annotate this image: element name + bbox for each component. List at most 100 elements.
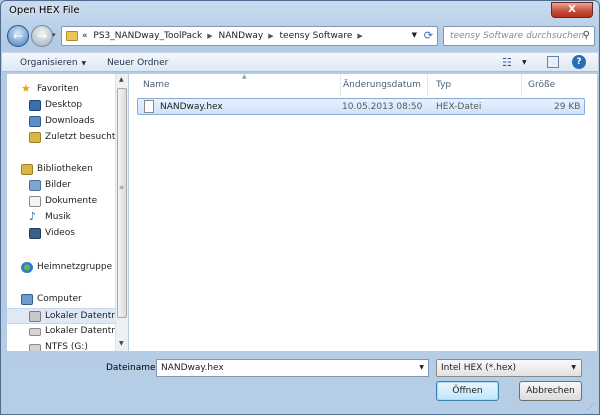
column-type[interactable]: Typ: [428, 74, 522, 96]
nav-favorites[interactable]: ★ Favoriten: [7, 82, 115, 98]
nav-downloads[interactable]: Downloads: [7, 114, 115, 130]
breadcrumb-item[interactable]: PS3_NANDway_ToolPack: [93, 31, 202, 41]
nav-homegroup[interactable]: Heimnetzgruppe: [7, 260, 115, 276]
address-bar[interactable]: « PS3_NANDway_ToolPack ▶ NANDway ▶ teensy …: [61, 26, 438, 46]
open-file-dialog: Open HEX File X ← → ▾ « PS3_NANDway_Tool…: [0, 0, 600, 415]
nav-label: Downloads: [45, 116, 95, 126]
navigation-pane: ★ Favoriten Desktop Downloads Zuletzt be…: [7, 74, 128, 351]
nav-label: Dokumente: [45, 196, 98, 206]
computer-icon: [21, 294, 33, 305]
breadcrumb: « PS3_NANDway_ToolPack ▶ NANDway ▶ teensy …: [82, 31, 366, 41]
desktop-icon: [29, 100, 41, 111]
file-list: Name ▲ Änderungsdatum Typ Größe NANDway.…: [129, 73, 597, 351]
nav-label: Favoriten: [37, 84, 79, 94]
system-drive-icon: [29, 311, 41, 322]
filetype-select[interactable]: Intel HEX (*.hex) ▼: [436, 359, 582, 377]
cancel-button[interactable]: Abbrechen: [519, 381, 582, 401]
drive-icon: [29, 344, 41, 351]
column-label: Typ: [436, 80, 452, 90]
nav-local-disk-c[interactable]: Lokaler Datenträg: [7, 308, 115, 324]
scrollbar-thumb[interactable]: [117, 88, 127, 318]
chevron-down-icon: ▼: [571, 364, 576, 371]
nav-label: Bilder: [45, 180, 72, 190]
preview-pane-icon[interactable]: [547, 56, 559, 68]
close-button[interactable]: X: [551, 2, 593, 18]
scroll-down-icon[interactable]: ▼: [119, 340, 124, 347]
file-size: 29 KB: [554, 102, 581, 112]
nav-libraries[interactable]: Bibliotheken: [7, 162, 115, 178]
star-icon: ★: [21, 82, 31, 95]
column-name[interactable]: Name ▲: [135, 73, 341, 96]
filename-input[interactable]: NANDway.hex ▼: [156, 359, 429, 377]
nav-label: NTFS (G:): [45, 342, 88, 351]
column-label: Änderungsdatum: [343, 80, 421, 90]
sort-up-icon: ▲: [242, 73, 247, 80]
folder-icon: [66, 31, 78, 41]
nav-label: Lokaler Datenträg: [45, 326, 115, 336]
refresh-icon[interactable]: ⟳: [424, 29, 433, 42]
history-dropdown-icon[interactable]: ▾: [52, 31, 56, 39]
nav-computer[interactable]: Computer: [7, 292, 115, 308]
nav-documents[interactable]: Dokumente: [7, 194, 115, 210]
breadcrumb-item[interactable]: teensy Software: [280, 31, 353, 41]
filename-label: Dateiname:: [106, 363, 159, 373]
resize-grip-icon[interactable]: ⋰: [587, 402, 595, 411]
libraries-icon: [21, 164, 33, 175]
scroll-up-icon[interactable]: ▲: [119, 76, 124, 83]
filetype-value: Intel HEX (*.hex): [441, 363, 517, 373]
column-size[interactable]: Größe: [520, 74, 590, 96]
videos-icon: [29, 228, 41, 239]
view-options-icon[interactable]: ☷: [502, 56, 512, 69]
column-date[interactable]: Änderungsdatum: [335, 74, 428, 96]
nav-pictures[interactable]: Bilder: [7, 178, 115, 194]
nav-label: Zuletzt besucht: [45, 132, 115, 142]
chevron-down-icon[interactable]: ▼: [522, 59, 527, 66]
search-icon[interactable]: ⚲: [583, 30, 590, 41]
nav-label: Musik: [45, 212, 71, 222]
music-icon: ♪: [29, 210, 37, 223]
navigation-scrollbar[interactable]: ▲ ≡ ▼: [115, 74, 128, 351]
nav-recent[interactable]: Zuletzt besucht: [7, 130, 115, 146]
nav-ntfs-g[interactable]: NTFS (G:): [7, 340, 115, 351]
address-dropdown-icon[interactable]: ▼: [412, 31, 417, 39]
chevron-down-icon: ▼: [81, 60, 87, 67]
help-icon[interactable]: ?: [572, 55, 586, 69]
chevron-down-icon[interactable]: ▼: [419, 364, 424, 371]
filename-value: NANDway.hex: [161, 363, 224, 373]
breadcrumb-item[interactable]: NANDway: [218, 31, 263, 41]
downloads-icon: [29, 116, 41, 127]
column-label: Größe: [528, 80, 556, 90]
hex-file-icon: [144, 100, 154, 113]
nav-music[interactable]: ♪ Musik: [7, 210, 115, 226]
grip-icon: ≡: [119, 184, 125, 191]
nav-desktop[interactable]: Desktop: [7, 98, 115, 114]
title-bar: Open HEX File X: [1, 1, 599, 21]
nav-label: Heimnetzgruppe: [37, 262, 113, 272]
nav-label: Computer: [37, 294, 82, 304]
organize-button[interactable]: Organisieren ▼: [20, 58, 86, 68]
breadcrumb-overflow[interactable]: «: [82, 31, 88, 41]
new-folder-button[interactable]: Neuer Ordner: [107, 58, 168, 68]
search-input[interactable]: teensy Software durchsuchen ⚲: [443, 26, 595, 46]
nav-videos[interactable]: Videos: [7, 226, 115, 242]
chevron-right-icon[interactable]: ▶: [357, 32, 362, 40]
search-placeholder: teensy Software durchsuchen: [450, 31, 585, 41]
nav-label: Desktop: [45, 100, 83, 110]
chevron-right-icon[interactable]: ▶: [268, 32, 273, 40]
documents-icon: [29, 196, 41, 207]
nav-label: Videos: [45, 228, 75, 238]
nav-label: Lokaler Datenträg: [45, 311, 115, 321]
open-button[interactable]: Öffnen: [436, 381, 499, 401]
back-button[interactable]: ←: [7, 25, 29, 47]
window-title: Open HEX File: [9, 5, 80, 16]
nav-local-disk-d[interactable]: Lokaler Datenträg: [7, 324, 115, 340]
organize-label: Organisieren: [20, 58, 78, 68]
chevron-right-icon[interactable]: ▶: [207, 32, 212, 40]
file-type: HEX-Datei: [436, 102, 482, 112]
drive-icon: [29, 328, 41, 336]
file-date: 10.05.2013 08:50: [342, 102, 423, 112]
recent-places-icon: [29, 132, 41, 143]
forward-button[interactable]: →: [31, 25, 53, 47]
pictures-icon: [29, 180, 41, 191]
file-row[interactable]: NANDway.hex 10.05.2013 08:50 HEX-Datei 2…: [137, 98, 585, 115]
